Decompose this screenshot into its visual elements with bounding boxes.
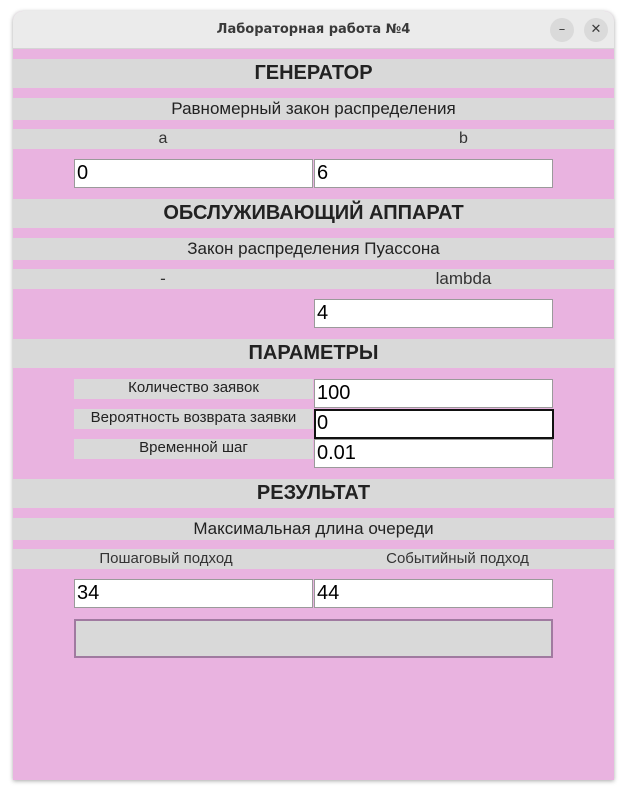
generator-header: ГЕНЕРАТОР	[13, 59, 614, 88]
generator-distribution-label: Равномерный закон распределения	[13, 98, 614, 120]
generator-col-a-label: a	[13, 129, 313, 149]
title-bar: Лабораторная работа №4 – ✕	[13, 11, 614, 49]
params-header: ПАРАМЕТРЫ	[13, 339, 614, 368]
step-approach-label: Пошаговый подход	[99, 550, 233, 567]
generator-b-input[interactable]: 6	[314, 159, 553, 188]
event-approach-label: Событийный подход	[386, 550, 529, 567]
app-window: Лабораторная работа №4 – ✕ ГЕНЕРАТОР Рав…	[13, 11, 614, 780]
server-distribution-label: Закон распределения Пуассона	[13, 238, 614, 260]
event-approach-output[interactable]: 44	[314, 579, 553, 608]
server-col-left-label: -	[13, 269, 313, 289]
server-col-lambda-label: lambda	[313, 269, 614, 289]
minimize-button[interactable]: –	[550, 18, 574, 42]
requests-count-label: Количество заявок	[74, 379, 313, 399]
lambda-input[interactable]: 4	[314, 299, 553, 328]
requests-count-input[interactable]: 100	[314, 379, 553, 408]
server-header: ОБСЛУЖИВАЮЩИЙ АППАРАТ	[13, 199, 614, 228]
return-probability-label: Вероятность возврата заявки	[74, 409, 313, 429]
result-header: РЕЗУЛЬТАТ	[13, 479, 614, 508]
calculate-button[interactable]	[74, 619, 553, 658]
time-step-input[interactable]: 0.01	[314, 439, 553, 468]
return-probability-input[interactable]: 0	[314, 409, 554, 439]
generator-col-b-label: b	[313, 129, 614, 149]
result-subtitle: Максимальная длина очереди	[13, 518, 614, 540]
step-approach-output[interactable]: 34	[74, 579, 313, 608]
generator-a-input[interactable]: 0	[74, 159, 313, 188]
close-button[interactable]: ✕	[584, 18, 608, 42]
time-step-label: Временной шаг	[74, 439, 313, 459]
window-title: Лабораторная работа №4	[216, 22, 411, 37]
